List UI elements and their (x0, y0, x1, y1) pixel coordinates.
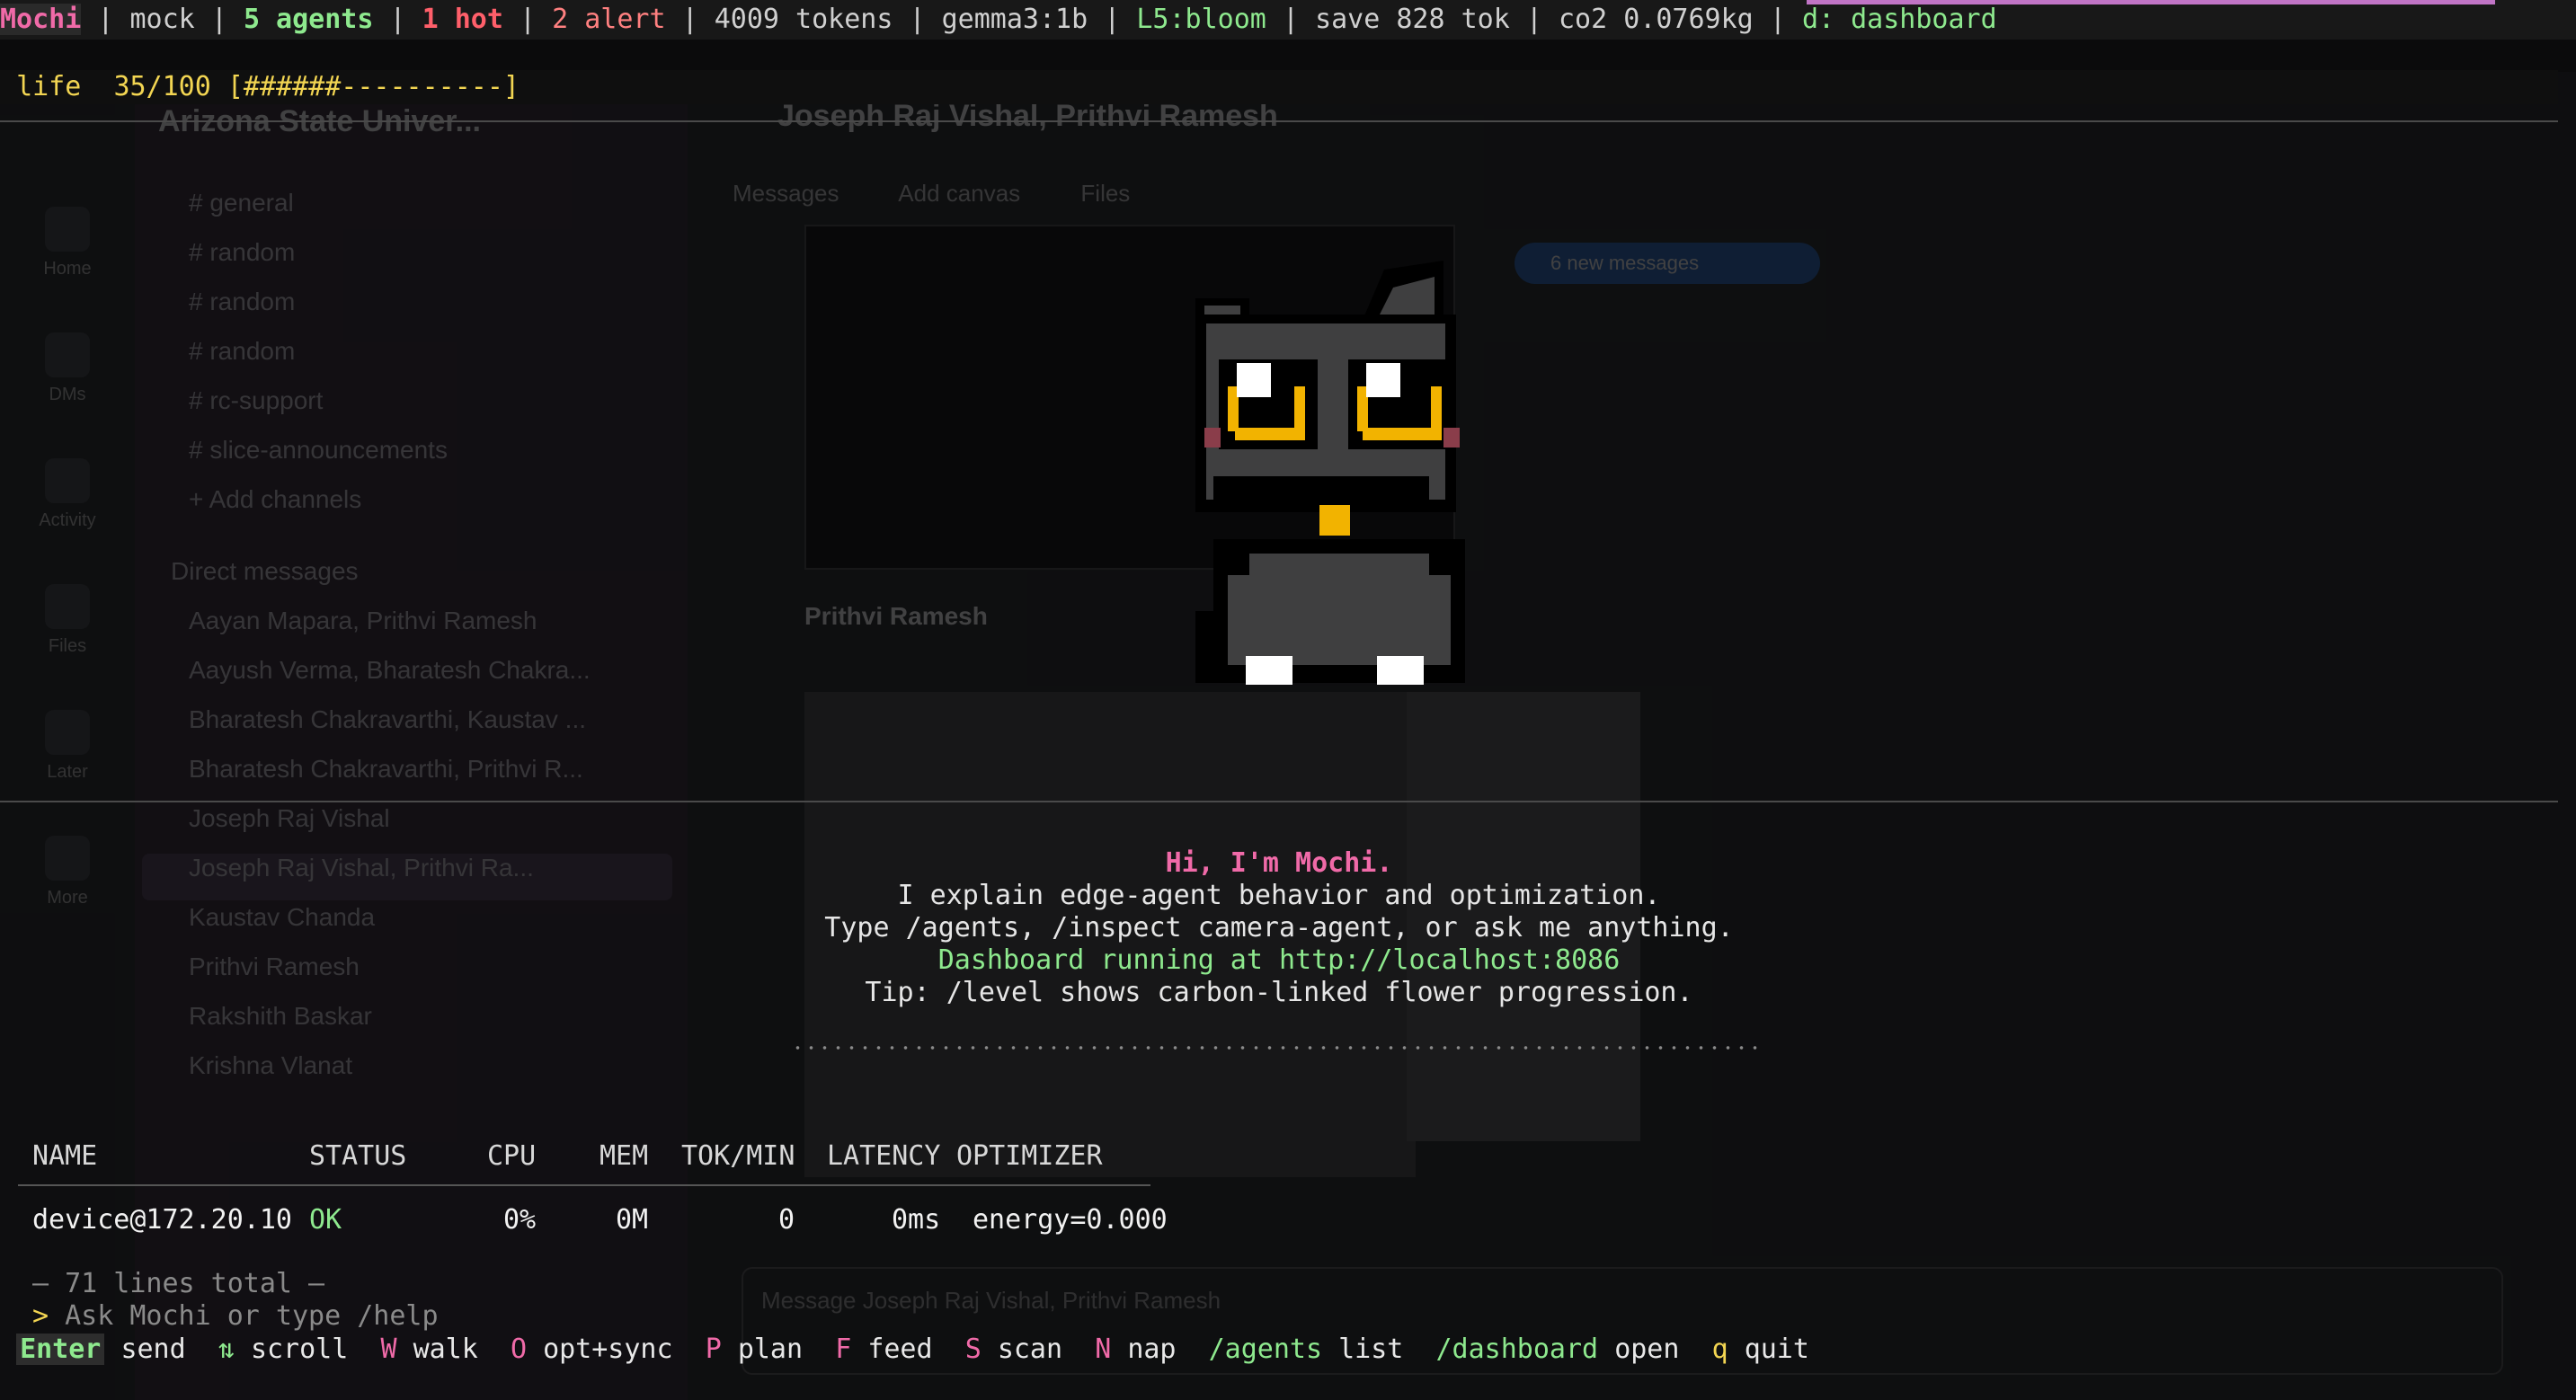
cell-cpu: 0% (503, 1204, 537, 1236)
key-label: scan (997, 1334, 1063, 1365)
key-label: open (1614, 1334, 1680, 1365)
agents-count: 5 agents (243, 4, 374, 35)
welcome-line: I explain edge-agent behavior and optimi… (897, 880, 1661, 911)
mode-indicator: mock (129, 4, 195, 35)
divider (0, 801, 2558, 802)
model-name: gemma3:1b (941, 4, 1088, 35)
col-status: STATUS (309, 1140, 407, 1172)
separator: | (520, 4, 537, 35)
cat-collar-bell (1319, 505, 1350, 536)
key-plan[interactable]: P (706, 1334, 722, 1365)
keybinding-bar: Enter send ⇅ scroll W walk O opt+sync P … (0, 1334, 2576, 1368)
hot-count: 1 hot (422, 4, 503, 35)
co2-indicator: co2 0.0769kg (1559, 4, 1754, 35)
status-bar: Mochi | mock | 5 agents | 1 hot | 2 aler… (0, 0, 2576, 40)
separator: | (389, 4, 406, 35)
cell-name: device@172.20.10 (32, 1204, 292, 1236)
prompt-caret: > (32, 1300, 49, 1332)
separator: | (1104, 4, 1121, 35)
life-label: life (16, 71, 82, 102)
prompt-input[interactable]: > Ask Mochi or type /help (32, 1300, 439, 1333)
cell-latency: 0ms (892, 1204, 941, 1236)
key-label: quit (1744, 1334, 1809, 1365)
welcome-tip: Tip: /level shows carbon-linked flower p… (865, 977, 1693, 1008)
cat-paw-left (1246, 656, 1292, 685)
level-indicator: L5:bloom (1136, 4, 1266, 35)
cmd-agents[interactable]: /agents (1209, 1334, 1322, 1365)
alert-count: 2 alert (552, 4, 666, 35)
separator: | (1769, 4, 1786, 35)
mochi-cat-sprite (1195, 261, 1465, 685)
app-name: Mochi (0, 4, 82, 35)
key-enter[interactable]: Enter (16, 1334, 105, 1365)
cat-blush-right (1443, 428, 1460, 447)
welcome-greeting: Hi, I'm Mochi. (1165, 847, 1393, 879)
key-label: opt+sync (543, 1334, 673, 1365)
separator: | (97, 4, 114, 35)
accent-line (1807, 0, 2495, 4)
key-walk[interactable]: W (380, 1334, 396, 1365)
dashboard-url[interactable]: Dashboard running at http://localhost:80… (0, 944, 2558, 977)
key-label: plan (737, 1334, 804, 1365)
table-divider (18, 1184, 1150, 1186)
separator: | (681, 4, 698, 35)
col-optimizer: OPTIMIZER (956, 1140, 1103, 1172)
cat-paw-right (1377, 656, 1424, 685)
separator: | (210, 4, 227, 35)
key-opt-sync[interactable]: O (511, 1334, 527, 1365)
life-row: life 35/100 [######----------] (0, 70, 2558, 104)
key-quit[interactable]: q (1712, 1334, 1728, 1365)
separator: | (909, 4, 926, 35)
col-cpu: CPU (487, 1140, 537, 1172)
separator: | (1525, 4, 1542, 35)
col-name: NAME (32, 1140, 98, 1172)
key-label: list (1338, 1334, 1404, 1365)
key-label: nap (1127, 1334, 1177, 1365)
key-label: scroll (250, 1334, 349, 1365)
scroll-arrows-icon[interactable]: ⇅ (218, 1334, 235, 1365)
separator: | (1282, 4, 1299, 35)
cell-optimizer: energy=0.000 (973, 1204, 1168, 1236)
cell-status: OK (309, 1204, 342, 1236)
key-label: send (120, 1334, 186, 1365)
key-scan[interactable]: S (965, 1334, 982, 1365)
cat-body (1195, 539, 1465, 683)
cell-mem: 0M (616, 1204, 649, 1236)
save-indicator: save 828 tok (1315, 4, 1510, 35)
col-mem: MEM (600, 1140, 649, 1172)
welcome-line: Type /agents, /inspect camera-agent, or … (824, 912, 1734, 944)
scroll-info: — 71 lines total — (32, 1268, 325, 1299)
life-progress-bar: [######----------] (227, 71, 520, 102)
dotted-separator (791, 1046, 1762, 1050)
col-tok-min: TOK/MIN (681, 1140, 795, 1172)
cat-eye-left (1219, 359, 1318, 449)
col-latency: LATENCY (827, 1140, 941, 1172)
life-value: 35/100 (113, 71, 211, 102)
cat-eye-right (1348, 359, 1447, 449)
cmd-dashboard[interactable]: /dashboard (1436, 1334, 1599, 1365)
cat-blush-left (1204, 428, 1221, 447)
dashboard-hint[interactable]: d: dashboard (1802, 4, 1997, 35)
prompt-placeholder: Ask Mochi or type /help (65, 1300, 439, 1332)
key-label: feed (867, 1334, 933, 1365)
key-label: walk (413, 1334, 478, 1365)
terminal: Mochi | mock | 5 agents | 1 hot | 2 aler… (0, 0, 2576, 1400)
key-feed[interactable]: F (835, 1334, 851, 1365)
token-count: 4009 tokens (714, 4, 893, 35)
key-nap[interactable]: N (1095, 1334, 1111, 1365)
cell-tok-min: 0 (778, 1204, 795, 1236)
divider (0, 120, 2558, 122)
